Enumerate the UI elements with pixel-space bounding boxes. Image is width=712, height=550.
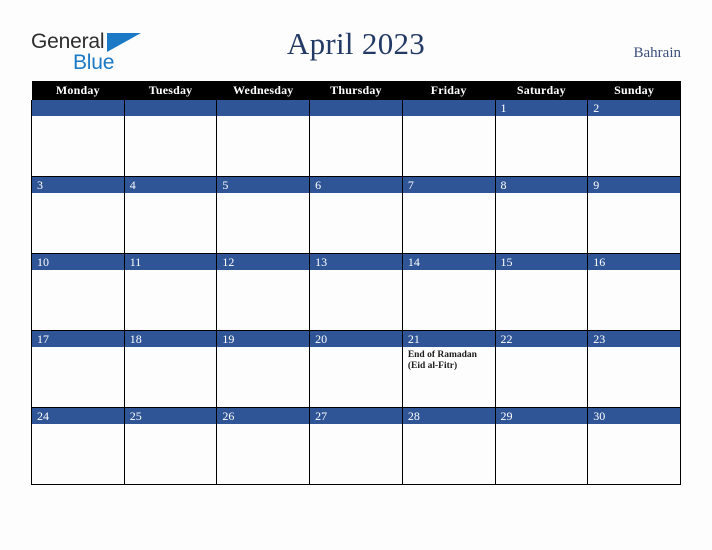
day-number: 11 — [124, 254, 217, 270]
day-number: 23 — [588, 331, 680, 347]
calendar-day-cell[interactable]: 2 — [587, 100, 681, 177]
calendar-day-cell[interactable]: 21 End of Ramadan (Eid al-Fitr) — [401, 330, 496, 408]
calendar-empty-cell[interactable] — [309, 100, 403, 177]
day-number: 24 — [32, 408, 124, 424]
calendar-empty-cell[interactable] — [401, 100, 496, 177]
day-number — [402, 100, 495, 116]
calendar-day-cell[interactable]: 26 — [216, 407, 311, 485]
month-calendar-grid: Monday Tuesday Wednesday Thursday Friday… — [31, 81, 681, 485]
weekday-header-friday: Friday — [402, 81, 496, 100]
weekday-header-thursday: Thursday — [309, 81, 403, 100]
day-number: 22 — [495, 331, 588, 347]
day-number: 12 — [217, 254, 310, 270]
calendar-body: 1 2 3 4 5 6 7 8 9 10 11 12 13 14 15 16 17 18 19 20 21 End of … — [31, 100, 681, 485]
day-number: 7 — [402, 177, 495, 193]
page-header: General Blue April 2023 Bahrain — [0, 0, 712, 81]
day-number: 26 — [217, 408, 310, 424]
day-number: 17 — [32, 331, 124, 347]
day-number: 3 — [32, 177, 124, 193]
calendar-empty-cell[interactable] — [216, 100, 311, 177]
day-number: 13 — [310, 254, 402, 270]
day-number — [217, 100, 310, 116]
day-number: 10 — [32, 254, 124, 270]
calendar-empty-cell[interactable] — [123, 100, 218, 177]
weekday-header-sunday: Sunday — [587, 81, 681, 100]
calendar-day-cell[interactable]: 30 — [587, 407, 681, 485]
calendar-day-cell[interactable]: 18 — [123, 330, 218, 408]
day-number: 29 — [495, 408, 588, 424]
day-number: 16 — [588, 254, 680, 270]
day-number: 2 — [588, 100, 680, 116]
calendar-day-cell[interactable]: 12 — [216, 253, 311, 331]
day-number: 18 — [124, 331, 217, 347]
calendar-day-cell[interactable]: 4 — [123, 176, 218, 254]
calendar-day-cell[interactable]: 13 — [309, 253, 403, 331]
day-number: 19 — [217, 331, 310, 347]
calendar-day-cell[interactable]: 20 — [309, 330, 403, 408]
calendar-week-row: 24 25 26 27 28 29 30 — [31, 407, 681, 485]
calendar-day-cell[interactable]: 7 — [401, 176, 496, 254]
calendar-day-cell[interactable]: 8 — [494, 176, 589, 254]
day-number: 21 — [402, 331, 495, 347]
day-number: 9 — [588, 177, 680, 193]
day-number: 5 — [217, 177, 310, 193]
calendar-day-cell[interactable]: 6 — [309, 176, 403, 254]
day-number — [310, 100, 402, 116]
weekday-header-saturday: Saturday — [495, 81, 588, 100]
calendar-day-cell[interactable]: 10 — [31, 253, 125, 331]
calendar-week-row: 17 18 19 20 21 End of Ramadan (Eid al-Fitr) 22 2… — [31, 330, 681, 408]
weekday-header-tuesday: Tuesday — [124, 81, 217, 100]
day-number: 1 — [495, 100, 588, 116]
calendar-day-cell[interactable]: 11 — [123, 253, 218, 331]
day-number: 8 — [495, 177, 588, 193]
day-number — [32, 100, 124, 116]
calendar-day-cell[interactable]: 16 — [587, 253, 681, 331]
calendar-day-cell[interactable]: 15 — [494, 253, 589, 331]
calendar-day-cell[interactable]: 29 — [494, 407, 589, 485]
calendar-day-cell[interactable]: 25 — [123, 407, 218, 485]
calendar-day-cell[interactable]: 9 — [587, 176, 681, 254]
day-number: 20 — [310, 331, 402, 347]
weekday-header-row: Monday Tuesday Wednesday Thursday Friday… — [31, 81, 681, 100]
event-text-line: End of Ramadan — [407, 350, 477, 360]
day-number: 4 — [124, 177, 217, 193]
calendar-day-cell[interactable]: 23 — [587, 330, 681, 408]
calendar-empty-cell[interactable] — [31, 100, 125, 177]
calendar-day-cell[interactable]: 24 — [31, 407, 125, 485]
calendar-day-cell[interactable]: 1 — [494, 100, 589, 177]
weekday-header-monday: Monday — [31, 81, 125, 100]
page-title: April 2023 — [286, 26, 426, 61]
calendar-page: General Blue April 2023 Bahrain Monday T… — [0, 0, 712, 550]
calendar-day-cell[interactable]: 19 — [216, 330, 311, 408]
event-text-line: (Eid al-Fitr) — [407, 361, 458, 371]
day-number: 15 — [495, 254, 588, 270]
calendar-day-cell[interactable]: 28 — [401, 407, 496, 485]
calendar-week-row: 12 — [31, 100, 681, 177]
calendar-week-row: 3456789 — [31, 176, 681, 254]
calendar-week-row: 10 11 12 13 14 15 16 — [31, 253, 681, 331]
day-number: 25 — [124, 408, 217, 424]
calendar-day-cell[interactable]: 5 — [216, 176, 311, 254]
calendar-day-cell[interactable]: 22 — [494, 330, 589, 408]
day-number: 14 — [402, 254, 495, 270]
calendar-day-cell[interactable]: 27 — [309, 407, 403, 485]
day-number: 6 — [310, 177, 402, 193]
calendar-day-cell[interactable]: 17 — [31, 330, 125, 408]
calendar-day-cell[interactable]: 3 — [31, 176, 125, 254]
day-number: 28 — [402, 408, 495, 424]
day-events: End of Ramadan (Eid al-Fitr) — [403, 347, 495, 372]
day-number: 27 — [310, 408, 402, 424]
day-number: 30 — [588, 408, 680, 424]
day-number — [124, 100, 217, 116]
calendar-day-cell[interactable]: 14 — [401, 253, 496, 331]
weekday-header-wednesday: Wednesday — [216, 81, 310, 100]
country-label: Bahrain — [633, 45, 681, 61]
